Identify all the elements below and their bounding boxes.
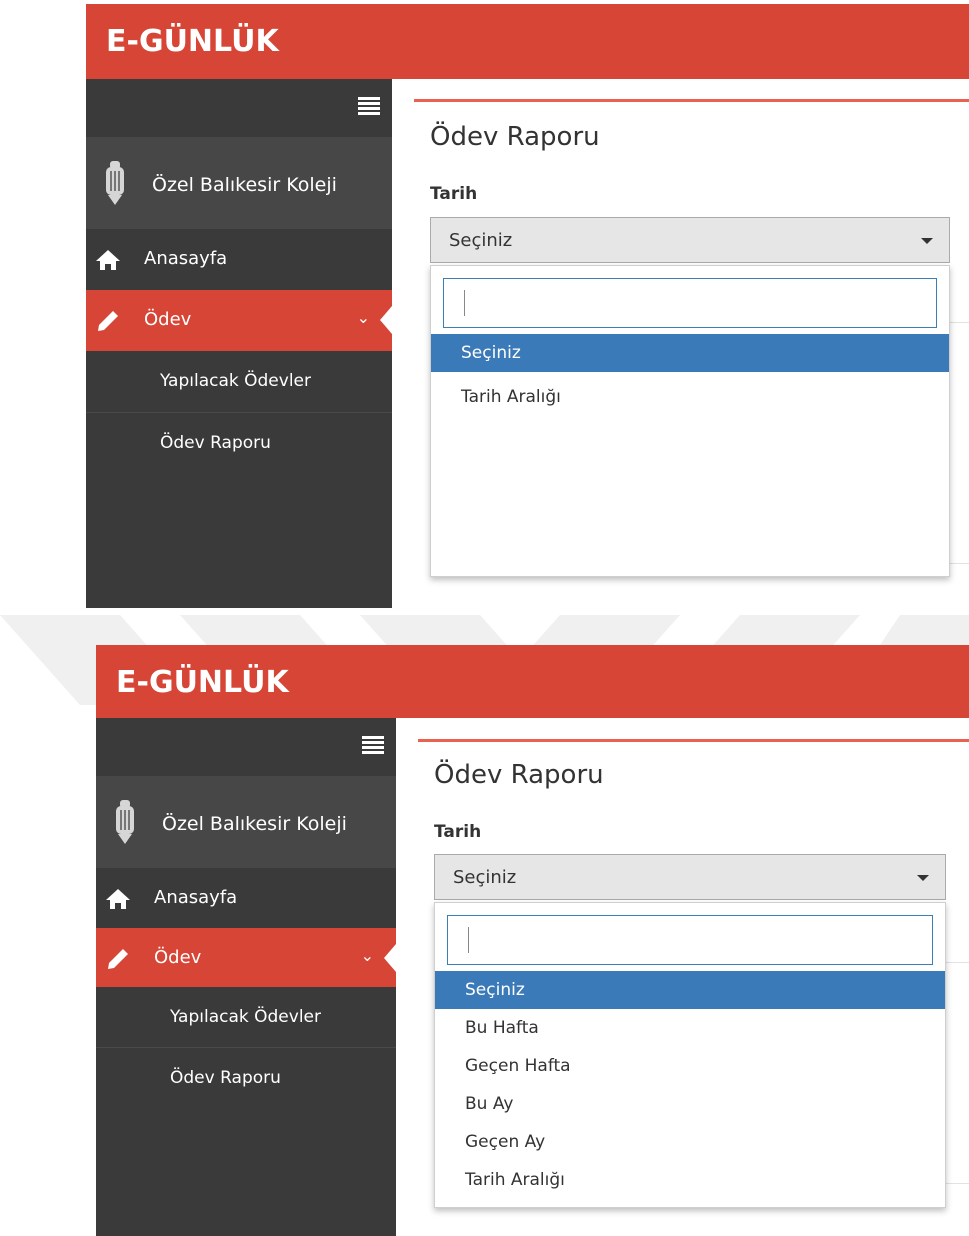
- dropdown-search-input[interactable]: [443, 278, 937, 328]
- text-cursor: [464, 290, 465, 316]
- date-dropdown: Seçiniz Tarih Aralığı: [430, 265, 950, 577]
- date-select[interactable]: Seçiniz: [430, 217, 950, 263]
- home-icon: [106, 889, 130, 909]
- sidebar-toggle-row: [86, 79, 392, 137]
- dropdown-search-field[interactable]: [448, 916, 932, 964]
- dropdown-option-bu-ay[interactable]: Bu Ay: [435, 1085, 945, 1123]
- text-cursor: [468, 927, 469, 953]
- date-field-label: Tarih: [434, 822, 482, 842]
- sidebar-subitem-odev-raporu[interactable]: Ödev Raporu: [86, 413, 392, 474]
- dropdown-option-tarih-araligi[interactable]: Tarih Aralığı: [431, 378, 949, 416]
- dropdown-option-seciniz[interactable]: Seçiniz: [435, 971, 945, 1009]
- dropdown-bottom-space: [435, 1199, 945, 1207]
- dropdown-option-tarih-araligi[interactable]: Tarih Aralığı: [435, 1161, 945, 1199]
- sidebar: Özel Balıkesir Koleji Anasayfa Ödev ⌄ Ya…: [86, 79, 392, 608]
- sidebar-item-label: Ödev: [154, 947, 202, 968]
- dropdown-option-seciniz[interactable]: Seçiniz: [431, 334, 949, 372]
- sidebar-subitem-yapilacak-odevler[interactable]: Yapılacak Ödevler: [96, 987, 396, 1048]
- dropdown-option-gecen-hafta[interactable]: Geçen Hafta: [435, 1047, 945, 1085]
- app-header: E-GÜNLÜK: [86, 4, 969, 79]
- school-profile: Özel Balıkesir Koleji: [86, 137, 392, 229]
- sidebar-toggle-row: [96, 718, 396, 776]
- active-indicator: [380, 306, 392, 334]
- sidebar-item-label: Anasayfa: [154, 887, 238, 908]
- sidebar-subitem-odev-raporu[interactable]: Ödev Raporu: [96, 1048, 396, 1108]
- school-name: Özel Balıkesir Koleji: [162, 813, 347, 835]
- sidebar-item-anasayfa[interactable]: Anasayfa: [86, 229, 392, 290]
- app-header: E-GÜNLÜK: [96, 645, 969, 718]
- report-panel: Ödev Raporu Tarih Seçiniz Seçiniz Bu Haf…: [418, 739, 969, 1236]
- date-field-label: Tarih: [430, 184, 478, 204]
- school-name: Özel Balıkesir Koleji: [152, 174, 337, 196]
- sidebar-item-odev[interactable]: Ödev ⌄: [86, 290, 392, 351]
- sidebar-subitem-label: Ödev Raporu: [160, 433, 271, 453]
- sidebar-item-anasayfa[interactable]: Anasayfa: [96, 868, 396, 928]
- active-indicator: [384, 944, 396, 972]
- date-dropdown: Seçiniz Bu Hafta Geçen Hafta Bu Ay Geçen…: [434, 902, 946, 1208]
- school-profile: Özel Balıkesir Koleji: [96, 776, 396, 868]
- dropdown-option-gecen-ay[interactable]: Geçen Ay: [435, 1123, 945, 1161]
- school-emblem-icon: [106, 161, 124, 205]
- dropdown-search-field[interactable]: [444, 279, 936, 327]
- caret-down-icon: [921, 238, 933, 244]
- chevron-down-icon: ⌄: [356, 308, 370, 327]
- report-panel: Ödev Raporu Tarih Seçiniz Seçiniz Tarih …: [414, 99, 969, 608]
- sidebar-item-label: Anasayfa: [144, 248, 228, 269]
- dropdown-option-bu-hafta[interactable]: Bu Hafta: [435, 1009, 945, 1047]
- dropdown-empty-space: [431, 416, 949, 576]
- sidebar-subitem-label: Ödev Raporu: [170, 1068, 281, 1088]
- sidebar-item-odev[interactable]: Ödev ⌄: [96, 928, 396, 987]
- date-select-value: Seçiniz: [453, 867, 517, 888]
- chevron-down-icon: ⌄: [360, 946, 374, 965]
- hamburger-menu-icon[interactable]: [358, 97, 380, 117]
- pencil-icon: [98, 311, 118, 331]
- screenshot-short-list: E-GÜNLÜK Özel Balıkesir Koleji Anasayfa …: [86, 4, 969, 608]
- pencil-icon: [108, 949, 128, 969]
- hamburger-menu-icon[interactable]: [362, 736, 384, 756]
- date-select[interactable]: Seçiniz: [434, 854, 946, 900]
- screenshot-full-list: E-GÜNLÜK Özel Balıkesir Koleji Anasayfa …: [96, 645, 969, 1236]
- sidebar-subitem-label: Yapılacak Ödevler: [160, 371, 311, 391]
- caret-down-icon: [917, 875, 929, 881]
- sidebar-item-label: Ödev: [144, 309, 192, 330]
- dropdown-search-input[interactable]: [447, 915, 933, 965]
- app-logo[interactable]: E-GÜNLÜK: [106, 24, 279, 59]
- app-logo[interactable]: E-GÜNLÜK: [116, 665, 289, 700]
- sidebar: Özel Balıkesir Koleji Anasayfa Ödev ⌄ Ya…: [96, 718, 396, 1236]
- page-title: Ödev Raporu: [434, 760, 604, 790]
- page-title: Ödev Raporu: [430, 122, 600, 152]
- sidebar-subitem-label: Yapılacak Ödevler: [170, 1007, 321, 1027]
- date-select-value: Seçiniz: [449, 230, 513, 251]
- sidebar-subitem-yapilacak-odevler[interactable]: Yapılacak Ödevler: [86, 351, 392, 413]
- home-icon: [96, 250, 120, 270]
- school-emblem-icon: [116, 800, 134, 844]
